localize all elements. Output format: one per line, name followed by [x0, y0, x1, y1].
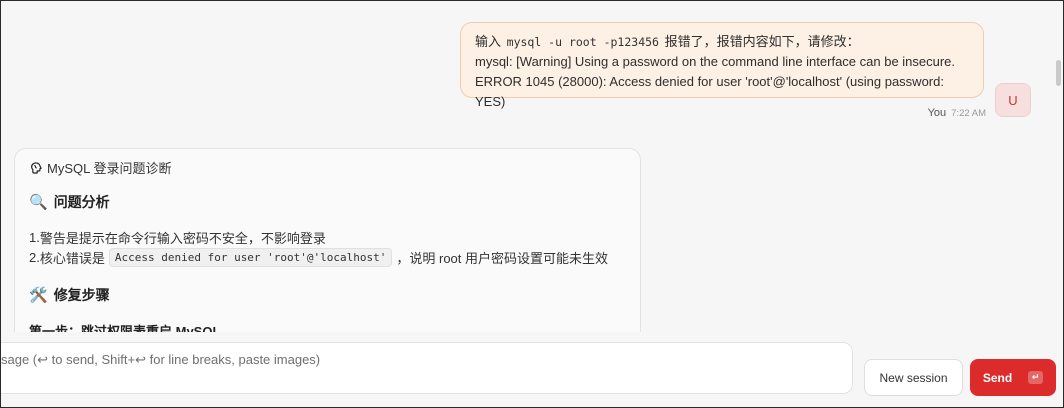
message-input-placeholder: sage (↩ to send, Shift+↩ for line breaks… [1, 352, 321, 367]
list-item: 1. 警告是提示在命令行输入密码不安全，不影响登录 [29, 230, 326, 246]
inline-code: Access denied for user 'root'@'localhost… [108, 248, 393, 267]
brain-icon [31, 161, 42, 174]
inline-code: mysql -u root -p123456 [506, 35, 659, 49]
assistant-card-header: MySQL 登录问题诊断 [29, 158, 171, 177]
user-avatar: U [995, 83, 1031, 117]
assistant-message-card: MySQL 登录问题诊断 🔍 问题分析 1. 警告是提示在命令行输入密码不安全，… [14, 148, 641, 348]
user-message-bubble: 输入 mysql -u root -p123456 报错了，报错内容如下，请修改… [460, 22, 984, 109]
list-item: 2. 核心错误是 Access denied for user 'root'@'… [29, 248, 609, 267]
user-message-line3: ERROR 1045 (28000): Access denied for us… [475, 74, 944, 109]
tools-icon: 🛠️ [29, 287, 48, 304]
avatar-letter: U [1008, 92, 1018, 108]
section-title-fix-steps: 🛠️ 修复步骤 [29, 287, 110, 304]
message-meta: You 7:22 AM [900, 107, 986, 119]
scrollbar[interactable] [1056, 60, 1061, 86]
user-message-line2: mysql: [Warning] Using a password on the… [475, 54, 956, 69]
new-session-button[interactable]: New session [864, 359, 963, 396]
send-button[interactable]: Send ↵ [970, 359, 1056, 396]
magnifier-icon: 🔍 [29, 194, 48, 211]
message-input[interactable]: sage (↩ to send, Shift+↩ for line breaks… [0, 342, 853, 394]
user-message-line1: 输入 mysql -u root -p123456 报错了，报错内容如下，请修改… [475, 34, 860, 49]
assistant-card-title: MySQL 登录问题诊断 [47, 161, 172, 176]
section-title-analysis: 🔍 问题分析 [29, 194, 110, 211]
sender-name: You [927, 107, 947, 119]
message-time: 7:22 AM [951, 108, 986, 119]
enter-icon: ↵ [1028, 371, 1044, 384]
